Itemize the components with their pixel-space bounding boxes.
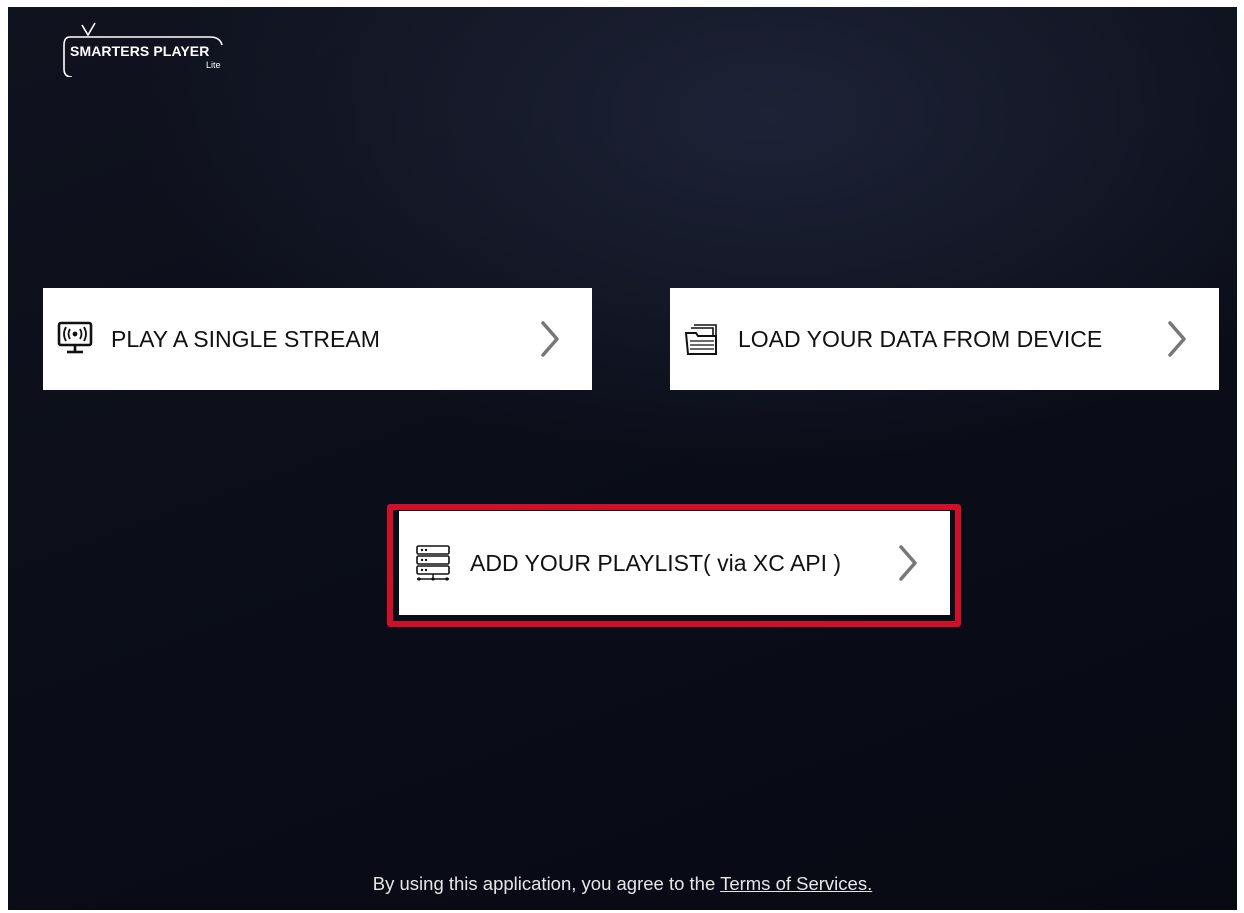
chevron-right-icon bbox=[1165, 319, 1189, 359]
load-data-from-device-button[interactable]: LOAD YOUR DATA FROM DEVICE bbox=[670, 288, 1219, 390]
terms-agreement-text: By using this application, you agree to … bbox=[372, 873, 721, 894]
terms-of-services-link[interactable]: Terms of Services. bbox=[720, 873, 872, 894]
add-playlist-xc-api-button[interactable]: ADD YOUR PLAYLIST( via XC API ) bbox=[399, 511, 950, 615]
broadcast-tv-icon bbox=[55, 321, 95, 357]
terms-footer: By using this application, you agree to … bbox=[8, 873, 1237, 895]
load-data-from-device-label: LOAD YOUR DATA FROM DEVICE bbox=[738, 326, 1103, 352]
smarters-player-logo: SMARTERS PLAYER Lite bbox=[60, 15, 230, 77]
play-single-stream-label: PLAY A SINGLE STREAM bbox=[111, 326, 380, 352]
app-screen: SMARTERS PLAYER Lite PLAY A SINGLE STREA… bbox=[8, 7, 1237, 910]
server-network-icon bbox=[413, 545, 453, 581]
logo-title: SMARTERS PLAYER bbox=[70, 43, 210, 59]
logo-subtitle: Lite bbox=[206, 60, 221, 70]
add-playlist-label: ADD YOUR PLAYLIST( via XC API ) bbox=[470, 550, 842, 576]
chevron-right-icon bbox=[538, 319, 562, 359]
play-single-stream-button[interactable]: PLAY A SINGLE STREAM bbox=[43, 288, 592, 390]
folder-files-icon bbox=[682, 321, 722, 357]
chevron-right-icon bbox=[896, 543, 920, 583]
